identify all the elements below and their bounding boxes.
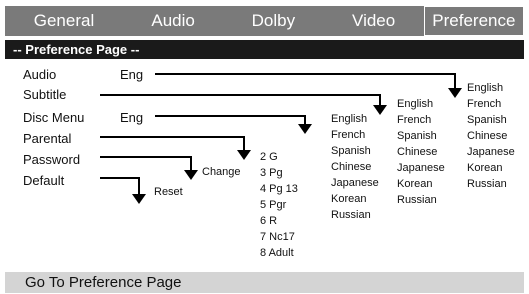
disc-menu-arrowhead (298, 124, 312, 134)
parental-arrowhead (237, 150, 251, 160)
default-arrow (100, 177, 140, 195)
tab-preference[interactable]: Preference (423, 6, 524, 36)
password-arrowhead (184, 170, 198, 180)
audio-arrow (155, 73, 456, 89)
audio-arrowhead (448, 88, 462, 98)
page-title: -- Preference Page -- (5, 40, 524, 59)
password-arrow (100, 156, 192, 171)
parental-arrow (100, 136, 245, 151)
status-bar: Go To Preference Page (5, 272, 524, 293)
subtitle-arrowhead (373, 105, 387, 115)
tab-bar: General Audio Dolby Video Preference (5, 6, 524, 36)
tab-general[interactable]: General (5, 6, 123, 36)
default-arrowhead (132, 194, 146, 204)
disc-menu-arrow (155, 115, 306, 125)
settings-panel: Audio Eng Subtitle Disc Menu Eng Parenta… (5, 59, 524, 270)
connector-arrows (100, 73, 462, 204)
tab-audio[interactable]: Audio (123, 6, 223, 36)
subtitle-arrow (100, 94, 381, 106)
tab-video[interactable]: Video (324, 6, 424, 36)
tab-dolby[interactable]: Dolby (223, 6, 323, 36)
